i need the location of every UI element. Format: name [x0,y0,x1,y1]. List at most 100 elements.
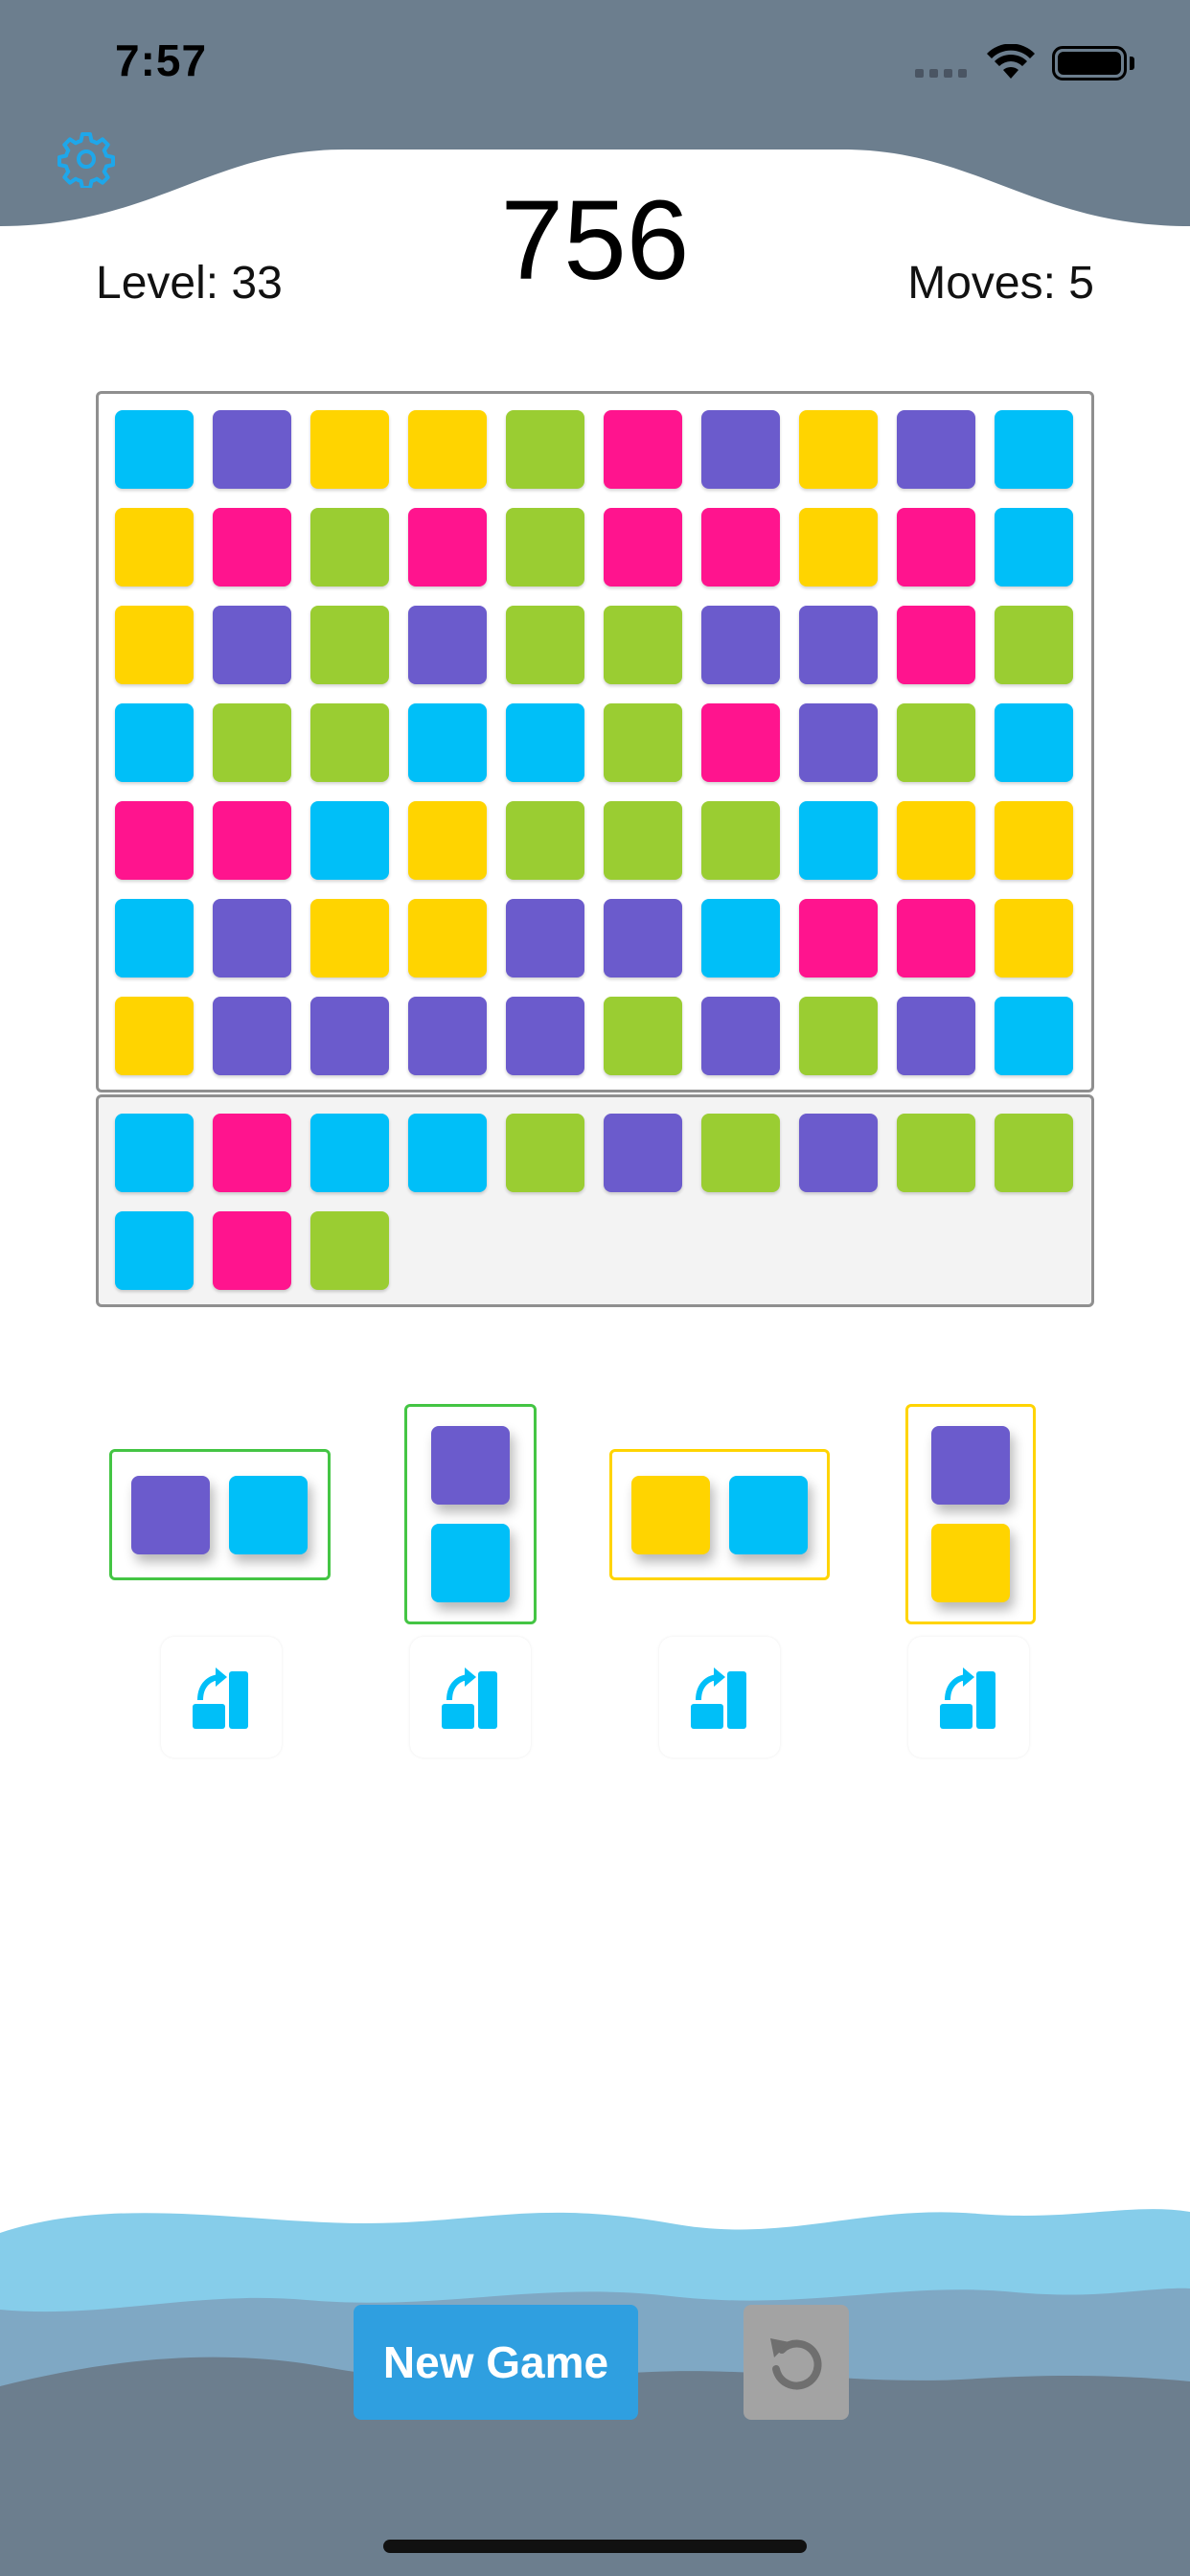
rotate-piece-2-button[interactable] [410,1637,531,1758]
board-tile[interactable] [897,801,975,880]
piece-4[interactable] [905,1404,1036,1624]
board-tile[interactable] [799,703,878,782]
board-tile[interactable] [701,410,780,489]
board-tile[interactable] [408,606,487,684]
board-tile[interactable] [604,899,682,978]
piece-tile [431,1524,510,1602]
board-tile[interactable] [701,997,780,1075]
board-tile[interactable] [115,410,194,489]
board-tile[interactable] [897,606,975,684]
board-tile[interactable] [310,410,389,489]
board-tile[interactable] [213,997,291,1075]
board-tile[interactable] [408,801,487,880]
queue-tile [115,1114,194,1192]
board-tile[interactable] [604,997,682,1075]
wifi-icon [987,44,1035,79]
board-tile[interactable] [995,606,1073,684]
board-tile[interactable] [897,703,975,782]
board-tile[interactable] [995,508,1073,586]
board-tile[interactable] [213,508,291,586]
board-tile[interactable] [604,410,682,489]
board-tile[interactable] [115,606,194,684]
rotate-piece-1-button[interactable] [161,1637,282,1758]
piece-tile [229,1475,308,1554]
board-tile[interactable] [213,703,291,782]
board-tile[interactable] [213,606,291,684]
board-tile[interactable] [799,410,878,489]
board-tile[interactable] [995,410,1073,489]
board-tile[interactable] [310,899,389,978]
board-tile[interactable] [408,899,487,978]
board-tile[interactable] [115,801,194,880]
board-tile[interactable] [310,801,389,880]
board-tile[interactable] [310,508,389,586]
undo-button[interactable] [744,2305,849,2420]
board-tile[interactable] [897,410,975,489]
battery-cap [1130,57,1134,70]
board-tile[interactable] [506,410,584,489]
queue-tile [408,1114,487,1192]
board-tile[interactable] [995,997,1073,1075]
board-tile[interactable] [506,899,584,978]
board-tile[interactable] [408,703,487,782]
board-tile[interactable] [115,508,194,586]
rotate-piece-4-button[interactable] [908,1637,1029,1758]
rotate-piece-icon [442,1668,497,1729]
board-tile[interactable] [506,508,584,586]
board-tile[interactable] [506,703,584,782]
board-tile[interactable] [115,899,194,978]
board-tile[interactable] [115,997,194,1075]
piece-tile [131,1475,210,1554]
board-tile[interactable] [701,508,780,586]
board-tile[interactable] [506,801,584,880]
rotate-piece-3-button[interactable] [659,1637,780,1758]
queue-tile [701,1114,780,1192]
board-tile[interactable] [799,606,878,684]
board-tile[interactable] [701,899,780,978]
board-tile[interactable] [995,703,1073,782]
board-tile[interactable] [408,997,487,1075]
queue-tile [310,1211,389,1290]
undo-icon [770,2338,822,2390]
battery-icon [1052,46,1127,80]
board-tile[interactable] [115,703,194,782]
new-game-button[interactable]: New Game [354,2305,638,2420]
board-tile[interactable] [506,997,584,1075]
board-tile[interactable] [213,410,291,489]
rotate-piece-icon [940,1668,995,1729]
board-tile[interactable] [995,801,1073,880]
board-tile[interactable] [897,508,975,586]
queue-tile [799,1114,878,1192]
board-tile[interactable] [604,508,682,586]
board-tile[interactable] [310,703,389,782]
board-tile[interactable] [701,606,780,684]
board-tile[interactable] [408,410,487,489]
piece-2[interactable] [404,1404,537,1624]
board-tile[interactable] [604,703,682,782]
board-tile[interactable] [799,899,878,978]
piece-1[interactable] [109,1449,331,1580]
board-tile[interactable] [213,801,291,880]
game-board[interactable] [96,391,1094,1092]
board-tile[interactable] [310,606,389,684]
board-tile[interactable] [213,899,291,978]
board-tile[interactable] [408,508,487,586]
board-tile[interactable] [995,899,1073,978]
piece-tile [631,1475,710,1554]
board-tile[interactable] [310,997,389,1075]
status-time: 7:57 [115,35,208,85]
queue-tile [115,1211,194,1290]
board-tile[interactable] [799,997,878,1075]
board-tile[interactable] [604,606,682,684]
board-tile[interactable] [701,801,780,880]
board-tile[interactable] [604,801,682,880]
board-tile[interactable] [799,801,878,880]
rotate-piece-icon [691,1668,746,1729]
board-tile[interactable] [897,899,975,978]
board-tile[interactable] [701,703,780,782]
board-tile[interactable] [799,508,878,586]
board-tile[interactable] [897,997,975,1075]
board-tile[interactable] [506,606,584,684]
queue-tile [604,1114,682,1192]
piece-3[interactable] [609,1449,830,1580]
